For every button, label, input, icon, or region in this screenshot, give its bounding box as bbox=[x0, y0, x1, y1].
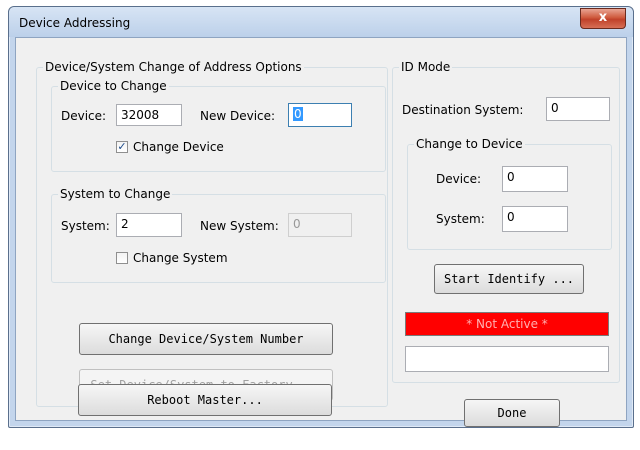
address-options-legend: Device/System Change of Address Options bbox=[43, 60, 304, 74]
new-system-value: 0 bbox=[293, 217, 301, 231]
title-bar[interactable]: Device Addressing x bbox=[9, 7, 633, 37]
system-to-change-legend: System to Change bbox=[58, 187, 173, 201]
change-system-label[interactable]: Change System bbox=[133, 251, 228, 265]
info-field[interactable] bbox=[405, 346, 609, 372]
change-device-label[interactable]: Change Device bbox=[133, 140, 224, 154]
change-device-checkbox[interactable]: ✓ bbox=[116, 141, 128, 153]
change-to-device-legend: Change to Device bbox=[414, 137, 525, 151]
id-system-field[interactable]: 0 bbox=[502, 206, 568, 232]
change-system-checkbox[interactable] bbox=[116, 252, 128, 264]
window-title: Device Addressing bbox=[19, 16, 131, 30]
new-device-field[interactable]: 0 bbox=[288, 103, 352, 127]
system-value: 2 bbox=[121, 217, 129, 231]
device-label: Device: bbox=[61, 109, 107, 123]
done-button[interactable]: Done bbox=[464, 399, 560, 427]
reboot-master-button[interactable]: Reboot Master... bbox=[78, 384, 332, 416]
id-system-label: System: bbox=[436, 212, 485, 226]
device-addressing-dialog: Device Addressing x Device/System Change… bbox=[8, 6, 634, 428]
status-indicator: * Not Active * bbox=[405, 312, 609, 336]
change-number-button[interactable]: Change Device/System Number bbox=[79, 323, 333, 355]
system-label: System: bbox=[61, 219, 110, 233]
device-value: 32008 bbox=[121, 108, 160, 122]
id-mode-group: ID Mode Destination System: 0 Change to … bbox=[392, 60, 620, 383]
change-to-device-group: Change to Device Device: 0 System: 0 bbox=[407, 137, 612, 250]
id-device-value: 0 bbox=[507, 170, 515, 184]
dialog-body: Device/System Change of Address Options … bbox=[15, 37, 627, 427]
id-mode-legend: ID Mode bbox=[399, 60, 453, 74]
close-icon: x bbox=[598, 10, 608, 25]
device-to-change-group: Device to Change Device: 32008 New Devic… bbox=[51, 79, 386, 172]
close-button[interactable]: x bbox=[580, 8, 626, 29]
id-device-label: Device: bbox=[436, 172, 482, 186]
start-identify-button[interactable]: Start Identify ... bbox=[434, 264, 584, 294]
new-system-field[interactable]: 0 bbox=[288, 213, 352, 237]
destination-system-field[interactable]: 0 bbox=[546, 97, 610, 121]
check-icon: ✓ bbox=[117, 140, 127, 153]
destination-system-value: 0 bbox=[551, 101, 559, 115]
device-field[interactable]: 32008 bbox=[116, 104, 182, 126]
new-device-label: New Device: bbox=[200, 109, 276, 123]
id-system-value: 0 bbox=[507, 210, 515, 224]
system-field[interactable]: 2 bbox=[116, 213, 182, 237]
address-options-group: Device/System Change of Address Options … bbox=[36, 60, 388, 407]
destination-system-label: Destination System: bbox=[402, 103, 524, 117]
system-to-change-group: System to Change System: 2 New System: 0… bbox=[51, 187, 386, 283]
device-to-change-legend: Device to Change bbox=[58, 79, 169, 93]
new-system-label: New System: bbox=[200, 219, 279, 233]
new-device-value: 0 bbox=[293, 107, 303, 121]
id-device-field[interactable]: 0 bbox=[502, 166, 568, 192]
